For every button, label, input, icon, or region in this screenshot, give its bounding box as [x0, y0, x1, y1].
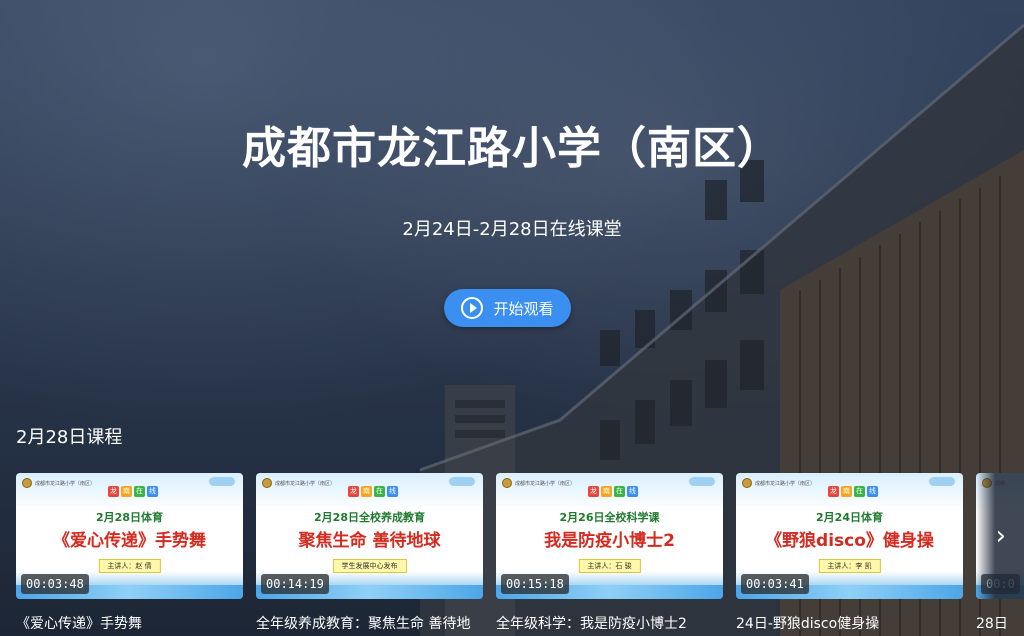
course-card-title[interactable]: 全年级养成教育：聚焦生命 善待地 [256, 613, 483, 633]
course-card-title[interactable]: 《爱心传递》手势舞 [16, 613, 243, 633]
chevron-right-icon: › [995, 521, 1006, 551]
course-thumbnail[interactable]: 成都市龙江路小学（南区） 龙南在线 2月26日全校科学课我是防疫小博士2 主讲人：石 … [496, 473, 723, 599]
thumbnail-date-subject: 2月28日体育 [96, 511, 163, 524]
cloud-decoration [209, 477, 235, 486]
longnan-online-logo: 龙南在线 [588, 486, 638, 497]
thumbnail-date-subject: 2月24日体育 [816, 511, 883, 524]
thumbnail-presenter: 学生发展中心发布 [332, 559, 407, 573]
logo-character: 南 [121, 486, 132, 497]
course-card-title[interactable]: 24日-野狼disco健身操 [736, 613, 963, 633]
school-seal-icon [22, 478, 32, 488]
logo-character: 龙 [348, 486, 359, 497]
logo-character: 龙 [588, 486, 599, 497]
course-card-title[interactable]: 全年级科学：我是防疫小博士2 [496, 613, 723, 633]
course-thumbnail[interactable]: 成都市龙江路小学（南区） 龙南在线 2月24日体育《野狼disco》健身操主讲人：李… [736, 473, 963, 599]
logo-character: 在 [614, 486, 625, 497]
video-duration-badge: 00:14:19 [261, 574, 329, 594]
play-circle-icon [461, 297, 484, 319]
section-heading: 2月28日课程 [16, 427, 123, 448]
school-seal-icon [262, 478, 272, 488]
logo-character: 龙 [828, 486, 839, 497]
course-card[interactable]: 成都市龙江路小学（南区） 龙南在线 2月26日全校科学课我是防疫小博士2 主讲人：石 … [496, 473, 723, 633]
logo-character: 在 [374, 486, 385, 497]
logo-character: 线 [147, 486, 158, 497]
logo-character: 线 [867, 486, 878, 497]
school-seal-icon [742, 478, 752, 488]
thumbnail-presenter: 主讲人：李 凯 [818, 559, 881, 573]
logo-character: 在 [854, 486, 865, 497]
thumbnail-presenter: 主讲人：石 骏 [578, 559, 641, 573]
thumbnail-school-text: 成都市龙江路小学（南区） [515, 480, 576, 487]
longnan-online-logo: 龙南在线 [108, 486, 158, 497]
course-carousel: 成都市龙江路小学（南区）龙南在线 2月28日体育 《爱心传递》手势舞 主讲人：赵 倩0… [16, 473, 1024, 636]
page-subtitle: 2月24日-2月28日在线课堂 [402, 219, 622, 240]
thumbnail-school-name: 成都市龙江路小学（南区） [22, 478, 95, 488]
thumbnail-school-text: 成都市龙江路小学（南区） [755, 480, 816, 487]
course-card[interactable]: 成都市龙江路小学（南区）龙南在线 2月28日体育 《爱心传递》手势舞 主讲人：赵 倩0… [16, 473, 243, 633]
logo-character: 南 [601, 486, 612, 497]
thumbnail-school-name: 成都市龙江路小学（南区） [502, 478, 575, 488]
thumbnail-school-text: 成都市龙江路小学（南区） [275, 480, 336, 487]
thumbnail-presenter: 主讲人：赵 倩 [98, 559, 161, 573]
logo-character: 龙 [108, 486, 119, 497]
thumbnail-date-subject: 2月28日全校养成教育 [314, 511, 425, 524]
thumbnail-lesson-title: 《爱心传递》手势舞 [53, 531, 206, 551]
video-duration-badge: 00:15:18 [501, 574, 569, 594]
logo-character: 南 [841, 486, 852, 497]
video-duration-badge: 00:03:41 [741, 574, 809, 594]
school-seal-icon [502, 478, 512, 488]
course-thumbnail[interactable]: 成都市龙江路小学（南区） 龙南在线 2月28日全校养成教育聚焦生命 善待地球学生发展… [256, 473, 483, 599]
course-card-title[interactable]: 28日 [976, 613, 1024, 633]
cloud-decoration [689, 477, 715, 486]
logo-character: 在 [134, 486, 145, 497]
thumbnail-lesson-title: 聚焦生命 善待地球 [298, 531, 441, 551]
course-card[interactable]: 成都市龙江路小学（南区） 龙南在线 2月24日体育《野狼disco》健身操主讲人：李… [736, 473, 963, 633]
page-title: 成都市龙江路小学（南区） [242, 123, 782, 174]
cloud-decoration [449, 477, 475, 486]
logo-character: 线 [627, 486, 638, 497]
logo-character: 线 [387, 486, 398, 497]
start-watching-label: 开始观看 [493, 299, 554, 318]
course-card[interactable]: 成都市龙江路小学（南区） 龙南在线 2月28日全校养成教育聚焦生命 善待地球学生发展… [256, 473, 483, 633]
cloud-decoration [929, 477, 955, 486]
start-watching-button[interactable]: 开始观看 [444, 289, 571, 327]
thumbnail-school-name: 成都市龙江路小学（南区） [742, 478, 815, 488]
thumbnail-lesson-title: 《野狼disco》健身操 [765, 531, 934, 551]
course-thumbnail[interactable]: 成都市龙江路小学（南区） 龙南在线 2月28日体育《爱心传递》手势舞主讲人：赵 倩 0… [16, 473, 243, 599]
longnan-online-logo: 龙南在线 [828, 486, 878, 497]
longnan-online-logo: 龙南在线 [348, 486, 398, 497]
video-duration-badge: 00:03:48 [21, 574, 89, 594]
carousel-next-button[interactable]: › [976, 473, 1024, 599]
thumbnail-lesson-title: 我是防疫小博士2 [544, 531, 675, 551]
thumbnail-date-subject: 2月26日全校科学课 [559, 511, 660, 524]
thumbnail-school-text: 成都市龙江路小学（南区） [35, 480, 96, 487]
thumbnail-school-name: 成都市龙江路小学（南区） [262, 478, 335, 488]
logo-character: 南 [361, 486, 372, 497]
